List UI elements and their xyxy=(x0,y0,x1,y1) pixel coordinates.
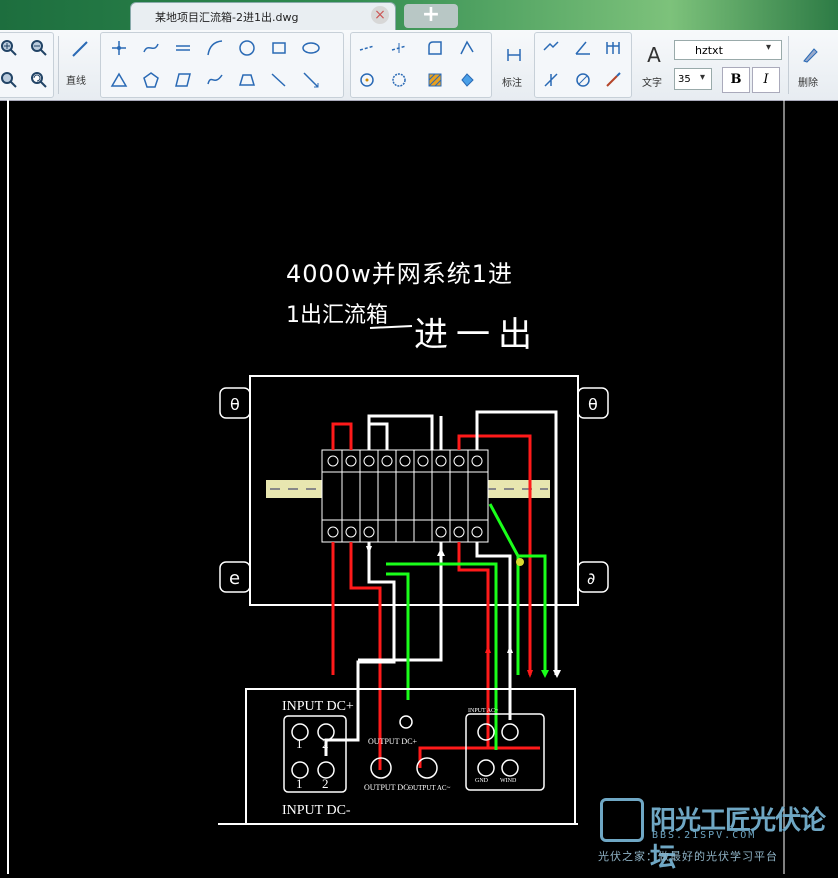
hatch-icon[interactable] xyxy=(421,67,449,93)
line-tool-icon[interactable] xyxy=(66,36,94,62)
label-output-dc-plus: OUTPUT DC+ xyxy=(368,737,418,746)
chamfer-icon[interactable] xyxy=(453,35,481,61)
delete-label: 删除 xyxy=(798,78,818,89)
freehand-icon[interactable] xyxy=(201,67,229,93)
dimension-icon[interactable] xyxy=(500,42,528,68)
gland-number: 2 xyxy=(322,736,329,751)
label-wind: WIND xyxy=(500,778,517,784)
continue-dim-icon[interactable] xyxy=(599,35,627,61)
spline-icon[interactable] xyxy=(137,35,165,61)
zoom-previous-icon[interactable] xyxy=(25,67,53,93)
mline-icon[interactable] xyxy=(169,35,197,61)
ellipse-icon[interactable] xyxy=(297,35,325,61)
xline-icon[interactable] xyxy=(297,67,325,93)
fillet-icon[interactable] xyxy=(421,35,449,61)
watermark-subtitle: 光伏之家：做最好的光伏学习平台 xyxy=(598,850,778,863)
rotate-icon[interactable] xyxy=(353,67,381,93)
bold-button[interactable]: B xyxy=(722,67,750,93)
label-output-ac: OUTPUT AC~ xyxy=(408,784,451,792)
angular-dim-icon[interactable] xyxy=(569,35,597,61)
handwritten-note: 进一出 xyxy=(414,315,540,355)
chevron-down-icon: ▾ xyxy=(766,42,772,53)
label-input-dc-plus: INPUT DC+ xyxy=(282,699,354,714)
radius-dim-icon[interactable] xyxy=(537,67,565,93)
tab-title: 某地项目汇流箱-2进1出.dwg xyxy=(155,11,299,24)
leader-icon[interactable] xyxy=(599,67,627,93)
rectangle-icon[interactable] xyxy=(265,35,293,61)
italic-button[interactable]: I xyxy=(752,67,780,93)
triangle-icon[interactable] xyxy=(105,67,133,93)
zoom-window-icon[interactable] xyxy=(0,67,23,93)
mount-ear-label: θ xyxy=(230,395,240,414)
polyline-icon[interactable] xyxy=(105,35,133,61)
arc-icon[interactable] xyxy=(201,35,229,61)
mount-ear-label: e xyxy=(229,568,240,589)
tab-close-button[interactable]: × xyxy=(371,6,389,24)
label-gnd: GND xyxy=(475,778,489,784)
polygon-icon[interactable] xyxy=(137,67,165,93)
diameter-dim-icon[interactable] xyxy=(569,67,597,93)
label-input-dc-minus: INPUT DC- xyxy=(282,803,351,818)
text-tool-icon[interactable]: A xyxy=(640,42,668,68)
separator xyxy=(788,36,789,94)
circle-icon[interactable] xyxy=(233,35,261,61)
new-tab-button[interactable]: + xyxy=(404,4,458,28)
title-bar: 某地项目汇流箱-2进1出.dwg × + xyxy=(0,0,838,31)
ribbon-toolbar: 直线 标注 A 文字 hztxt ▾ 35 ▾ B I 删除 xyxy=(0,30,838,101)
zoom-out-icon[interactable] xyxy=(25,35,53,61)
drawing-canvas[interactable]: 4000w并网系统1进 1出汇流箱 进一出 θ θ e ∂ INPUT DC+ … xyxy=(0,100,838,874)
parallelogram-icon[interactable] xyxy=(169,67,197,93)
zoom-in-icon[interactable] xyxy=(0,35,23,61)
zoom-group xyxy=(0,32,54,98)
separator xyxy=(58,36,59,94)
drawing-title-line1: 4000w并网系统1进 xyxy=(286,260,513,288)
scale-icon[interactable] xyxy=(385,67,413,93)
gland-number: 2 xyxy=(322,776,329,791)
line-tool-label: 直线 xyxy=(66,76,86,87)
aligned-dim-icon[interactable] xyxy=(537,35,565,61)
mount-ear-label: θ xyxy=(588,395,598,414)
dimension-label: 标注 xyxy=(502,78,522,89)
gland-number: 1 xyxy=(296,776,303,791)
document-tab[interactable]: 某地项目汇流箱-2进1出.dwg × xyxy=(130,2,396,31)
label-output-dc-minus: OUTPUT DC- xyxy=(364,783,412,792)
watermark-logo xyxy=(600,798,644,842)
font-size-select[interactable]: 35 xyxy=(674,68,712,90)
eraser-icon[interactable] xyxy=(796,42,824,68)
dimension-group xyxy=(534,32,632,98)
watermark-url: BBS.21SPV.COM xyxy=(652,830,757,841)
drawing-title-line2: 1出汇流箱 xyxy=(286,303,388,328)
ground-node xyxy=(516,558,524,566)
ray-icon[interactable] xyxy=(265,67,293,93)
mount-ear-label: ∂ xyxy=(587,569,595,588)
trim-icon[interactable] xyxy=(353,35,381,61)
trapezoid-icon[interactable] xyxy=(233,67,261,93)
bottom-panel xyxy=(218,688,578,825)
chevron-down-icon: ▾ xyxy=(700,72,706,83)
draw-group xyxy=(100,32,344,98)
label-input-ac: INPUT AC~ xyxy=(468,708,499,714)
gland-number: 1 xyxy=(296,736,303,751)
text-tool-label: 文字 xyxy=(642,78,662,89)
modify-group xyxy=(350,32,492,98)
extend-icon[interactable] xyxy=(385,35,413,61)
fill-icon[interactable] xyxy=(453,67,481,93)
